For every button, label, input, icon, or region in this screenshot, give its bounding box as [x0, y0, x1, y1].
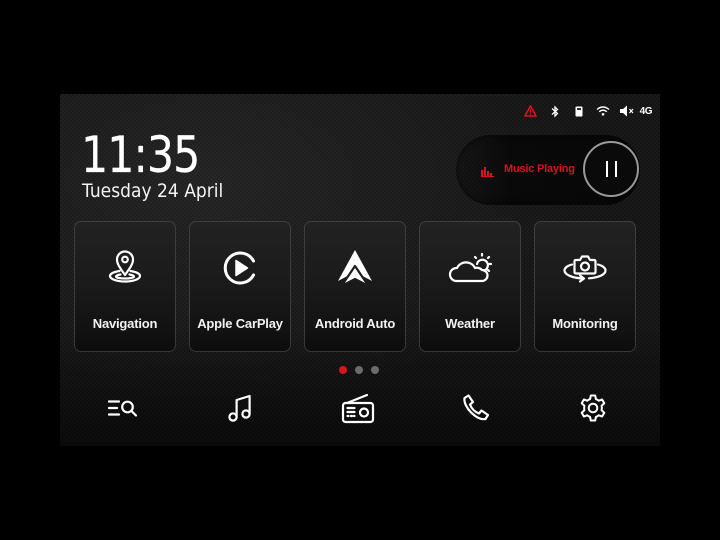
list-search-icon	[107, 398, 139, 422]
radio-icon	[341, 392, 375, 428]
wifi-icon[interactable]	[592, 103, 614, 119]
tile-label: Navigation	[92, 316, 158, 331]
tile-label: Android Auto	[314, 316, 396, 331]
page-dot[interactable]	[355, 366, 363, 374]
music-note-icon	[227, 393, 253, 427]
warning-icon[interactable]	[520, 103, 542, 119]
tile-label: Monitoring	[552, 316, 618, 331]
tile-android-auto[interactable]: Android Auto	[304, 221, 406, 352]
pause-button[interactable]	[583, 141, 639, 197]
clock-date: Tuesday 24 April	[82, 180, 224, 202]
app-tiles: Navigation Apple CarPlay Android Auto We…	[74, 221, 636, 352]
pause-icon	[605, 161, 608, 177]
phone-button[interactable]	[456, 392, 496, 428]
settings-button[interactable]	[573, 392, 613, 428]
tile-weather[interactable]: Weather	[419, 221, 521, 352]
location-pin-icon	[75, 246, 175, 290]
tile-apple-carplay[interactable]: Apple CarPlay	[189, 221, 291, 352]
music-widget[interactable]: Music Playing	[456, 135, 640, 205]
radio-button[interactable]	[338, 392, 378, 428]
clock-time: 11:35	[81, 130, 201, 180]
equalizer-icon	[481, 162, 494, 181]
tile-navigation[interactable]: Navigation	[74, 221, 176, 352]
carplay-icon	[190, 246, 290, 290]
mute-icon[interactable]	[616, 103, 638, 119]
page-dot-active[interactable]	[339, 366, 347, 374]
camera-360-icon	[535, 246, 635, 290]
page-indicator	[339, 366, 379, 374]
time-text: 11:35	[81, 126, 201, 184]
phone-icon	[461, 393, 491, 427]
bottom-dock	[60, 392, 660, 428]
menu-search-button[interactable]	[103, 392, 143, 428]
tile-label: Weather	[445, 316, 495, 331]
page-dot[interactable]	[371, 366, 379, 374]
music-status-label: Music Playing	[504, 163, 575, 175]
head-unit-screen: 4G 11:35 Tuesday 24 April Music Playing	[60, 94, 660, 446]
music-button[interactable]	[220, 392, 260, 428]
tile-monitoring[interactable]: Monitoring	[534, 221, 636, 352]
status-bar: 4G	[518, 102, 653, 120]
weather-icon	[420, 246, 520, 290]
pause-icon-bar	[614, 161, 617, 177]
network-4g-indicator: 4G	[639, 105, 653, 117]
tile-label: Apple CarPlay	[197, 316, 283, 331]
usb-icon[interactable]	[568, 103, 590, 119]
bluetooth-icon[interactable]	[544, 103, 566, 119]
gear-icon	[578, 393, 608, 427]
android-auto-icon	[305, 246, 405, 290]
